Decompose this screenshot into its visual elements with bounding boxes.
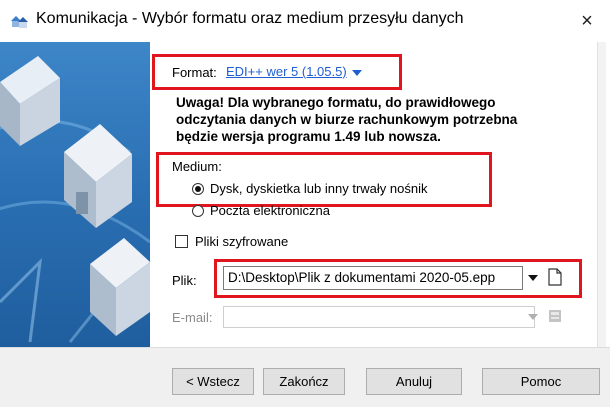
medium-email-radio[interactable] (192, 205, 204, 217)
chevron-down-icon[interactable] (352, 69, 363, 76)
format-dropdown[interactable]: EDI++ wer 5 (1.05.5) (226, 64, 363, 79)
wizard-side-image (0, 42, 150, 347)
encrypted-checkbox[interactable] (175, 235, 188, 248)
medium-disk-label[interactable]: Dysk, dyskietka lub inny trwały nośnik (210, 181, 427, 196)
finish-button[interactable]: Zakończ (263, 368, 345, 395)
format-value[interactable]: EDI++ wer 5 (1.05.5) (226, 64, 347, 79)
close-button[interactable]: × (570, 6, 604, 36)
window-title: Komunikacja - Wybór formatu oraz medium … (36, 10, 464, 27)
medium-email-label[interactable]: Poczta elektroniczna (210, 203, 330, 218)
back-button[interactable]: < Wstecz (172, 368, 254, 395)
houses-icon (11, 16, 28, 28)
title-bar: Komunikacja - Wybór formatu oraz medium … (0, 0, 610, 42)
cancel-button[interactable]: Anuluj (366, 368, 462, 395)
email-label: E-mail: (172, 310, 213, 325)
houses-illustration (0, 42, 150, 347)
file-path-value: D:\Desktop\Plik z dokumentami 2020-05.ep… (228, 270, 496, 285)
button-bar: < Wstecz Zakończ Anuluj Pomoc (0, 347, 610, 407)
document-icon[interactable] (548, 268, 562, 286)
email-combobox[interactable] (223, 306, 535, 328)
address-book-icon[interactable] (547, 308, 563, 324)
format-warning: Uwaga! Dla wybranego formatu, do prawidł… (176, 95, 518, 144)
medium-label: Medium: (172, 159, 222, 174)
vertical-scrollbar[interactable] (597, 42, 606, 347)
help-button[interactable]: Pomoc (482, 368, 600, 395)
file-dropdown-arrow-icon[interactable] (528, 275, 538, 281)
encrypted-label[interactable]: Pliki szyfrowane (195, 234, 288, 249)
file-label: Plik: (172, 273, 197, 288)
wizard-content: Format: EDI++ wer 5 (1.05.5) Uwaga! Dla … (150, 42, 610, 347)
format-label: Format: (172, 65, 217, 80)
file-path-combobox[interactable]: D:\Desktop\Plik z dokumentami 2020-05.ep… (223, 266, 523, 290)
email-dropdown-arrow-icon[interactable] (528, 314, 538, 320)
medium-disk-radio[interactable] (192, 183, 204, 195)
